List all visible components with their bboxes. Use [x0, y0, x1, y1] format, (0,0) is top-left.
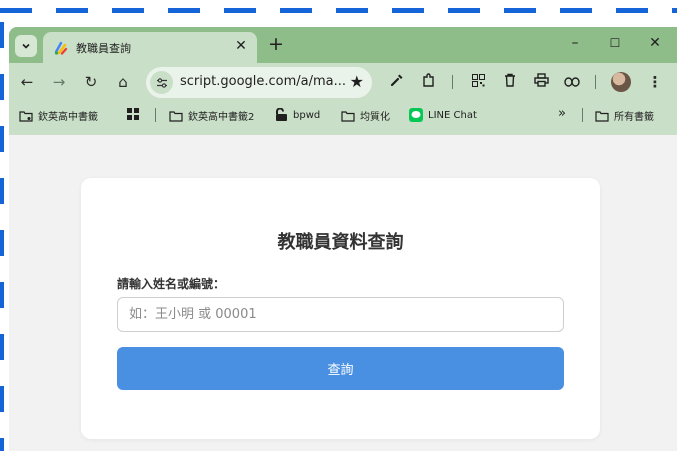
folder-icon [341, 110, 355, 122]
bookmark-folder-3[interactable]: 均質化 [341, 108, 390, 123]
minimize-button[interactable]: – [565, 35, 585, 51]
new-tab-button[interactable]: + [265, 33, 287, 55]
profile-avatar[interactable] [611, 72, 631, 92]
address-bar[interactable]: script.google.com/a/ma... ★ [146, 67, 372, 98]
browser-toolbar: ← → ↻ ⌂ script.google.com/a/ma... ★ ⋮ [9, 63, 677, 101]
chevron-down-icon [22, 43, 30, 49]
folder-icon [169, 110, 183, 122]
extensions-puzzle-icon[interactable] [418, 73, 438, 92]
browser-menu-icon[interactable]: ⋮ [645, 73, 665, 91]
page-title: 教職員資料查詢 [277, 232, 404, 253]
bookmark-label: 欽英高中書籤2 [188, 112, 255, 123]
tab-active[interactable]: 教職員查詢 ✕ [43, 32, 257, 63]
folder-settings-icon [19, 110, 33, 122]
tab-search-button[interactable] [15, 35, 37, 57]
home-button[interactable]: ⌂ [113, 73, 133, 91]
tune-icon [156, 77, 167, 88]
apps-grid-icon [127, 108, 139, 120]
bookmark-label: LINE Chat [428, 109, 477, 121]
line-icon [409, 108, 423, 122]
eyedropper-extension-icon[interactable] [387, 73, 407, 91]
folder-icon [595, 110, 609, 122]
selection-frame-left [0, 22, 4, 451]
forward-button[interactable]: → [49, 73, 69, 91]
bookmark-label: 所有書籤 [614, 112, 654, 123]
bookmark-bpwd[interactable]: bpwd [274, 108, 320, 122]
site-info-button[interactable] [150, 71, 173, 94]
link-icon[interactable] [562, 73, 582, 91]
bookmark-label: 欽英高中書籤 [38, 112, 98, 123]
bookmark-folder-1[interactable]: 欽英高中書籤 [19, 108, 98, 123]
url-text: script.google.com/a/ma... [180, 74, 347, 89]
tab-strip: 教職員查詢 ✕ + – ☐ ✕ [9, 27, 677, 63]
bookmark-line-chat[interactable]: LINE Chat [409, 108, 477, 122]
trash-icon[interactable] [500, 73, 520, 91]
bookmark-folder-2[interactable]: 欽英高中書籤2 [169, 108, 254, 123]
bookmarks-overflow-button[interactable]: » [558, 106, 566, 121]
bookmark-divider [155, 108, 156, 122]
browser-window: 教職員查詢 ✕ + – ☐ ✕ ← → ↻ ⌂ script.google.co… [9, 27, 677, 451]
bookmarks-bar: 欽英高中書籤 欽英高中書籤2 bpwd 均質化 LINE Chat » 所有書籤 [9, 101, 677, 129]
toolbar-divider [595, 75, 596, 89]
print-icon[interactable] [531, 73, 551, 91]
bookmark-label: bpwd [293, 109, 321, 121]
query-button[interactable]: 查詢 [117, 347, 564, 390]
selection-frame-top [0, 8, 677, 13]
qr-code-icon[interactable] [468, 73, 488, 91]
bookmark-divider [582, 108, 583, 122]
reload-button[interactable]: ↻ [81, 73, 101, 91]
back-button[interactable]: ← [17, 73, 37, 91]
name-or-id-input[interactable] [117, 297, 564, 332]
name-field-label: 請輸入姓名或編號： [117, 277, 226, 291]
bookmark-label: 均質化 [360, 112, 390, 123]
page-content: 教職員資料查詢 請輸入姓名或編號： 查詢 [9, 135, 677, 451]
bookmark-apps[interactable] [127, 108, 144, 120]
all-bookmarks-folder[interactable]: 所有書籤 [595, 108, 654, 123]
tab-title: 教職員查詢 [76, 42, 131, 55]
toolbar-divider [452, 75, 453, 89]
apps-script-favicon-icon [54, 41, 68, 55]
close-window-button[interactable]: ✕ [645, 35, 665, 51]
unlock-icon [274, 108, 288, 122]
bookmark-star-icon[interactable]: ★ [350, 72, 364, 91]
maximize-button[interactable]: ☐ [605, 36, 625, 50]
search-card: 教職員資料查詢 請輸入姓名或編號： 查詢 [81, 178, 600, 439]
tab-close-icon[interactable]: ✕ [233, 38, 249, 54]
